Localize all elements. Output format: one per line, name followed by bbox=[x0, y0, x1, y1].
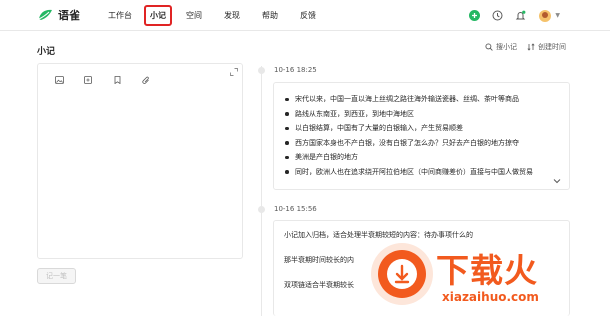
expand-icon[interactable] bbox=[230, 68, 238, 76]
note-tools: 搜小记 创建时间 bbox=[475, 42, 566, 52]
submit-note-button[interactable]: 记一笔 bbox=[37, 268, 76, 284]
timeline-line bbox=[261, 66, 262, 316]
nav-item-discover[interactable]: 发现 bbox=[220, 8, 244, 23]
note-card[interactable]: 宋代以来，中国一直以海上丝绸之路往海外输送瓷器、丝绸、茶叶等商品 路线从东南亚，… bbox=[273, 82, 570, 190]
search-notes-label: 搜小记 bbox=[496, 43, 517, 51]
list-item: 美洲是产白银的地方 bbox=[284, 150, 566, 165]
bookmark-icon[interactable] bbox=[110, 73, 124, 87]
add-icon[interactable] bbox=[468, 9, 481, 22]
note-time: 10-16 15:56 bbox=[274, 205, 317, 213]
list-item: 路线从东南亚，到西亚，到地中海地区 bbox=[284, 107, 566, 122]
chevron-down-icon[interactable]: ▼ bbox=[555, 12, 560, 19]
clock-icon[interactable] bbox=[491, 9, 504, 22]
timeline-dot bbox=[258, 206, 265, 213]
watermark-url: xiazaihuo.com bbox=[442, 290, 539, 304]
list-item: 宋代以来，中国一直以海上丝绸之路往海外输送瓷器、丝绸、茶叶等商品 bbox=[284, 92, 566, 107]
attachment-card-icon[interactable] bbox=[81, 73, 95, 87]
page-title: 小记 bbox=[37, 47, 56, 57]
nav-item-notes[interactable]: 小记 bbox=[144, 5, 172, 26]
note-line: 双项链适合半衰期较长 bbox=[284, 281, 354, 289]
chevron-down-icon[interactable] bbox=[553, 178, 561, 184]
sort-label: 创建时间 bbox=[538, 43, 566, 51]
search-icon bbox=[485, 43, 493, 51]
app-logo[interactable]: 语雀 bbox=[37, 7, 80, 23]
app-name: 语雀 bbox=[58, 9, 80, 22]
top-actions: ▼ bbox=[458, 9, 560, 22]
note-time: 10-16 18:25 bbox=[274, 66, 317, 74]
search-notes-button[interactable]: 搜小记 bbox=[485, 42, 517, 52]
top-bar: 语雀 工作台 小记 空间 发现 帮助 反馈 ▼ bbox=[0, 0, 610, 31]
note-line: 那半衰期时间较长的内 bbox=[284, 256, 354, 264]
list-item: 以白银结算，中国有了大量的白银输入，产生贸易顺差 bbox=[284, 121, 566, 136]
timeline-dot bbox=[258, 67, 265, 74]
nav-item-help[interactable]: 帮助 bbox=[258, 8, 282, 23]
note-bullet-list: 宋代以来，中国一直以海上丝绸之路往海外输送瓷器、丝绸、茶叶等商品 路线从东南亚，… bbox=[284, 92, 566, 179]
nav-item-workbench[interactable]: 工作台 bbox=[104, 8, 136, 23]
sparrow-logo-icon bbox=[38, 9, 52, 20]
list-item: 西方国家本身也不产白银，没有白银了怎么办？只好去产白银的地方掠夺 bbox=[284, 136, 566, 151]
user-avatar[interactable] bbox=[539, 9, 552, 22]
download-logo-icon bbox=[371, 243, 433, 305]
watermark: 下载火 xiazaihuo.com bbox=[366, 238, 610, 316]
watermark-text: 下载火 bbox=[436, 251, 538, 290]
main-nav: 工作台 小记 空间 发现 帮助 反馈 bbox=[104, 0, 334, 31]
bell-icon[interactable] bbox=[514, 9, 527, 22]
nav-item-space[interactable]: 空间 bbox=[182, 8, 206, 23]
editor-toolbar bbox=[52, 73, 168, 87]
image-icon[interactable] bbox=[52, 73, 66, 87]
nav-item-feedback[interactable]: 反馈 bbox=[296, 8, 320, 23]
sort-icon bbox=[527, 43, 535, 51]
paperclip-icon[interactable] bbox=[139, 73, 153, 87]
sort-button[interactable]: 创建时间 bbox=[527, 42, 566, 52]
note-editor[interactable] bbox=[37, 63, 243, 259]
list-item: 同时，欧洲人也在追求绕开阿拉伯地区（中间商赚差价）直接与中国人做贸易 bbox=[284, 165, 566, 180]
